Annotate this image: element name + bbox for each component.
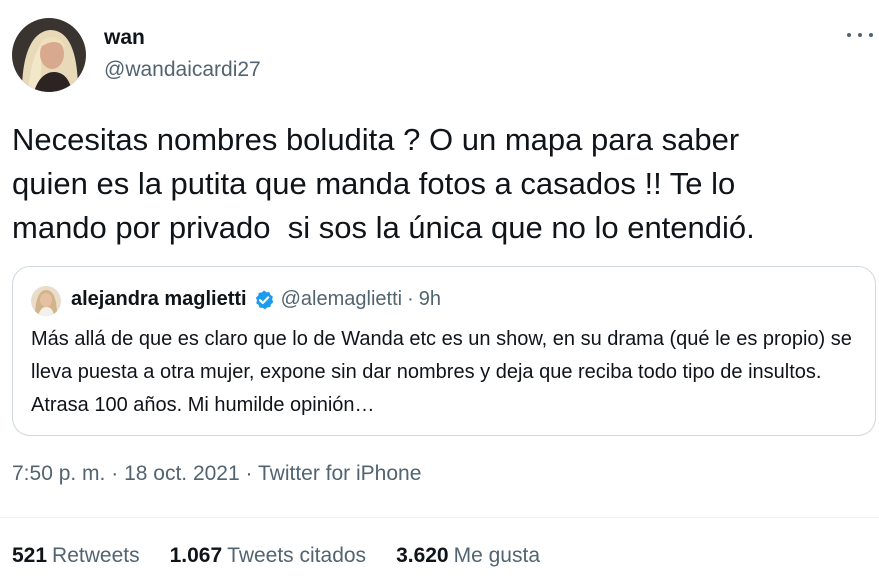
likes-stat[interactable]: 3.620 Me gusta [396, 544, 540, 568]
retweets-label: Retweets [52, 544, 140, 567]
meta-separator: · [111, 462, 119, 485]
author-avatar[interactable] [12, 18, 86, 92]
quotes-count: 1.067 [169, 544, 223, 567]
quoted-time[interactable]: 9h [419, 288, 441, 311]
quoted-tweet-header: alejandra maglietti @alemaglietti · 9h [71, 288, 441, 311]
more-horizontal-icon[interactable] [847, 28, 873, 42]
tweet-source[interactable]: Twitter for iPhone [258, 462, 421, 485]
tweet-meta: 7:50 p. m. · 18 oct. 2021 · Twitter for … [12, 462, 421, 486]
quoted-tweet-text: Más allá de que es claro que lo de Wanda… [31, 328, 852, 416]
likes-count: 3.620 [396, 544, 449, 567]
tweet-text: Necesitas nombres boludita ? O un mapa p… [12, 122, 755, 245]
quotes-stat[interactable]: 1.067 Tweets citados [170, 544, 366, 568]
retweets-count: 521 [12, 544, 48, 567]
likes-label: Me gusta [453, 544, 541, 567]
retweets-stat[interactable]: 521 Retweets [12, 544, 140, 568]
tweet-time[interactable]: 7:50 p. m. [12, 462, 105, 485]
tweet: wan @wandaicardi27 Necesitas nombres bol… [0, 0, 879, 586]
divider [0, 517, 879, 518]
quoted-author-avatar[interactable] [31, 286, 61, 316]
tweet-stats: 521 Retweets 1.067 Tweets citados 3.620 Me … [12, 544, 570, 568]
verified-badge-icon [253, 289, 275, 311]
quoted-tweet[interactable]: alejandra maglietti @alemaglietti · 9h M… [12, 266, 876, 436]
quotes-label: Tweets citados [227, 544, 367, 567]
author-handle[interactable]: @wandaicardi27 [104, 58, 261, 82]
quoted-author-handle[interactable]: @alemaglietti [281, 288, 402, 311]
tweet-date[interactable]: 18 oct. 2021 [124, 462, 240, 485]
meta-separator-2: · [245, 462, 253, 485]
quoted-separator: · [407, 288, 414, 310]
quoted-author-name[interactable]: alejandra maglietti [71, 288, 247, 311]
author-name[interactable]: wan [104, 26, 145, 50]
